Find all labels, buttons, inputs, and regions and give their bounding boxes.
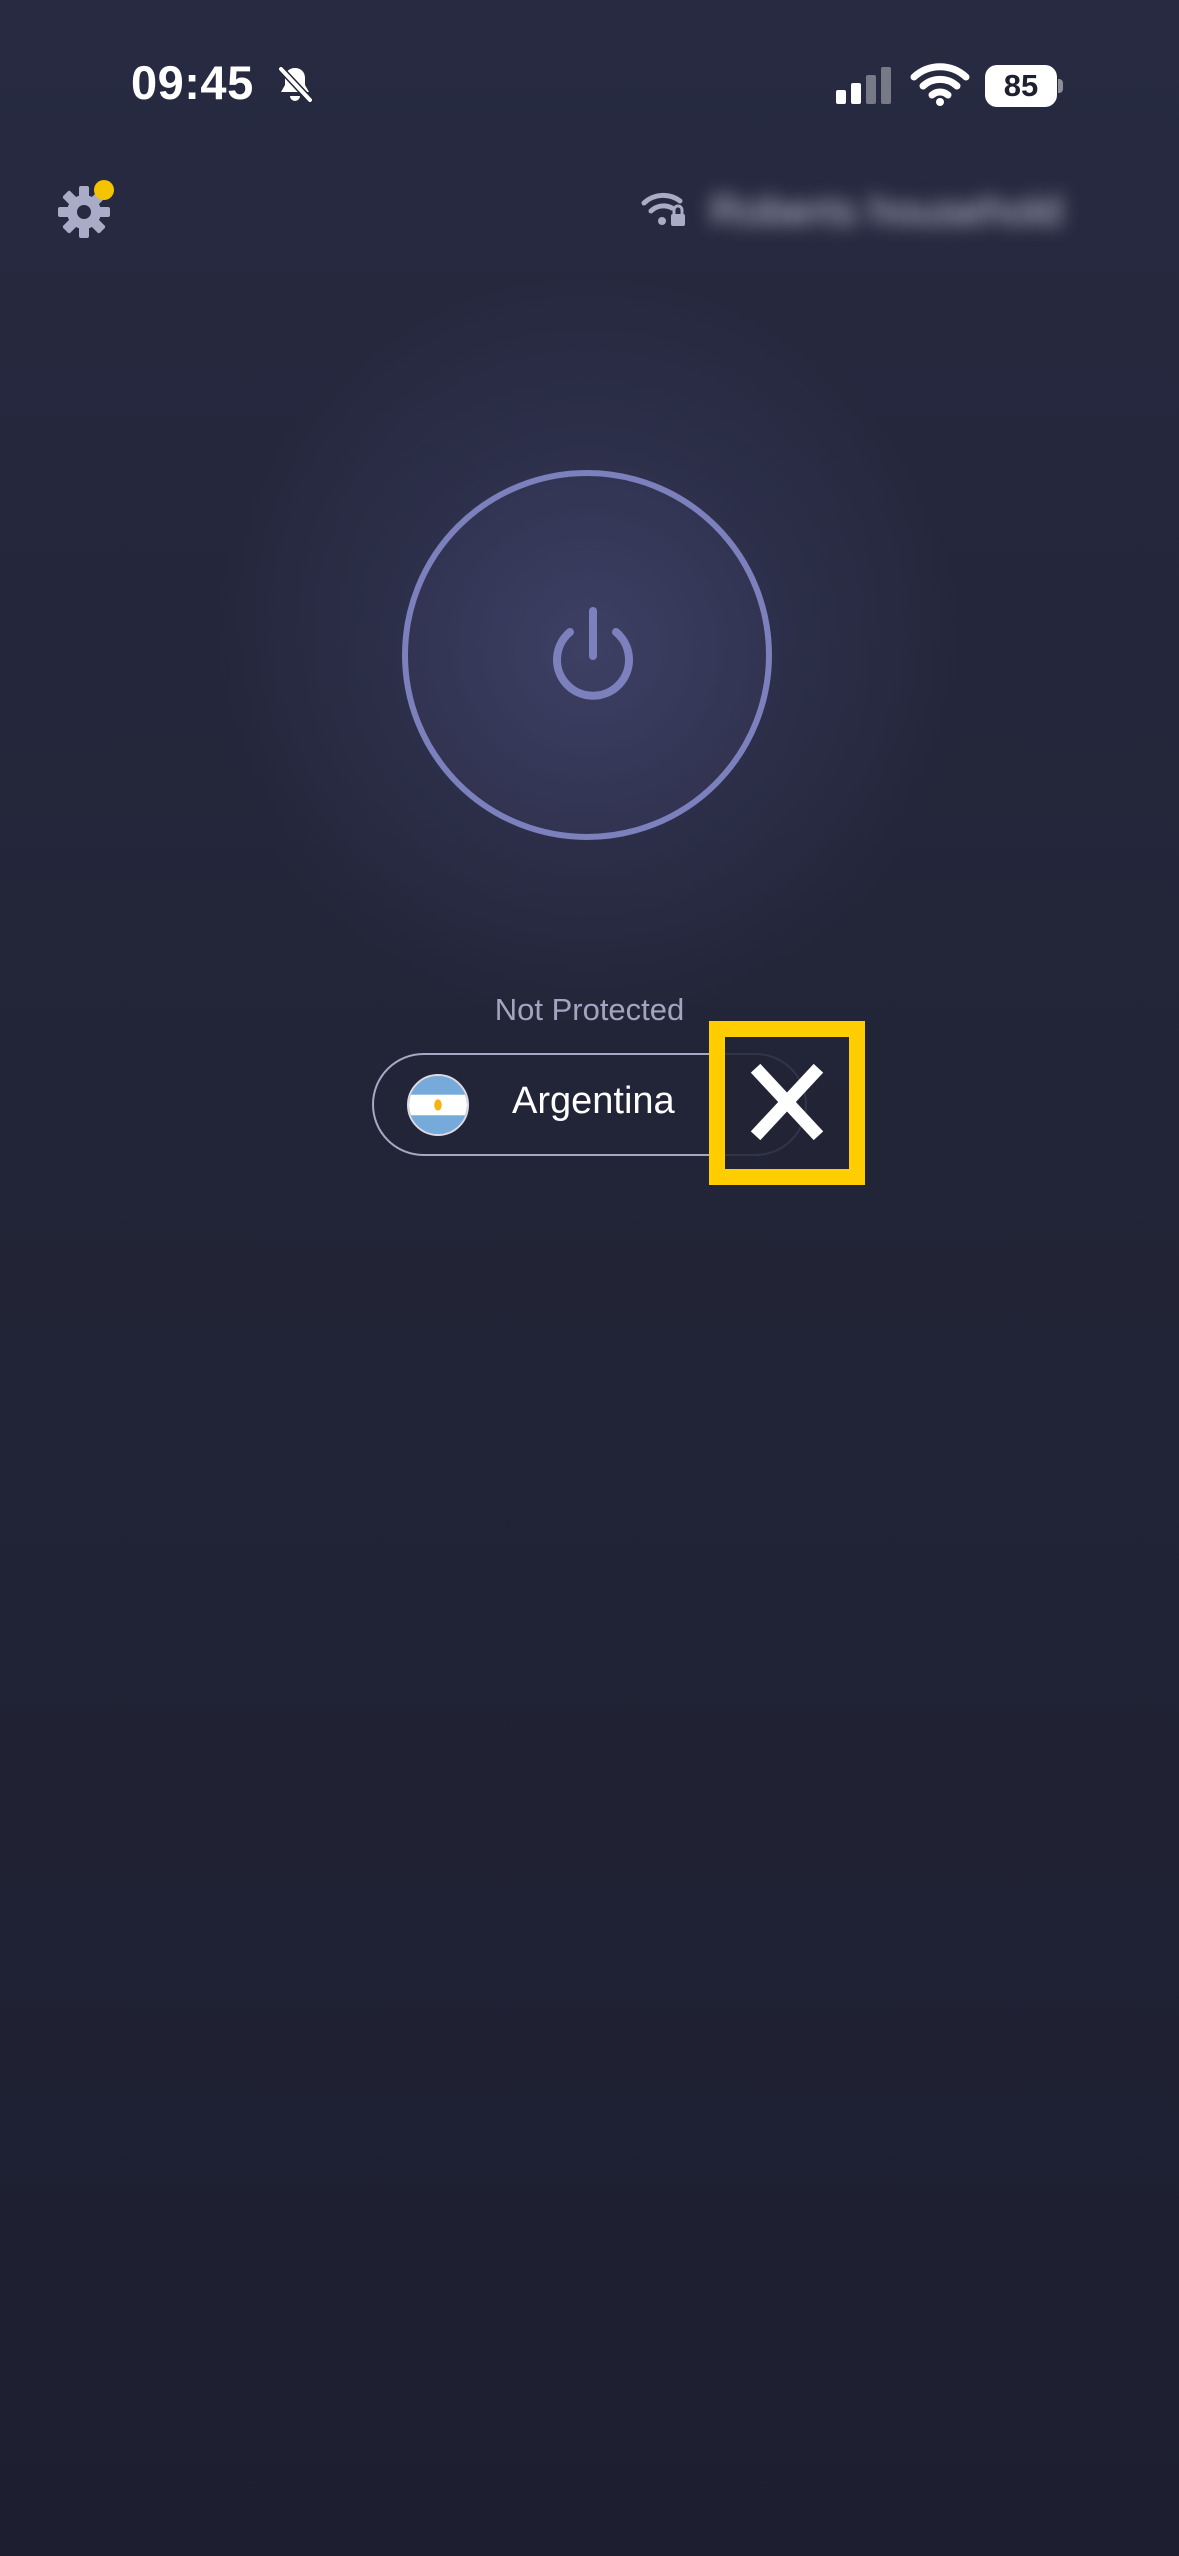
settings-button[interactable] (56, 176, 128, 248)
vpn-home-screen: 09:45 85 Roberts household Not Protected… (0, 0, 1179, 2556)
location-country: Argentina (512, 1080, 675, 1122)
battery-tip (1058, 79, 1063, 93)
argentina-flag-icon (407, 1074, 469, 1136)
close-icon (750, 1063, 824, 1141)
power-button[interactable] (402, 470, 772, 840)
connection-status: Not Protected (494, 992, 685, 1027)
status-time: 09:45 (131, 56, 254, 109)
wifi-icon (910, 63, 970, 106)
cellular-signal-icon (836, 67, 891, 104)
secured-wifi-icon (641, 192, 685, 226)
bell-slash-icon (277, 65, 314, 104)
power-icon (553, 607, 633, 700)
network-name: Roberts household (710, 187, 1063, 234)
battery-level: 85 (985, 65, 1057, 107)
close-button[interactable] (709, 1021, 865, 1185)
battery-indicator: 85 (985, 65, 1063, 107)
notification-dot (94, 180, 114, 200)
